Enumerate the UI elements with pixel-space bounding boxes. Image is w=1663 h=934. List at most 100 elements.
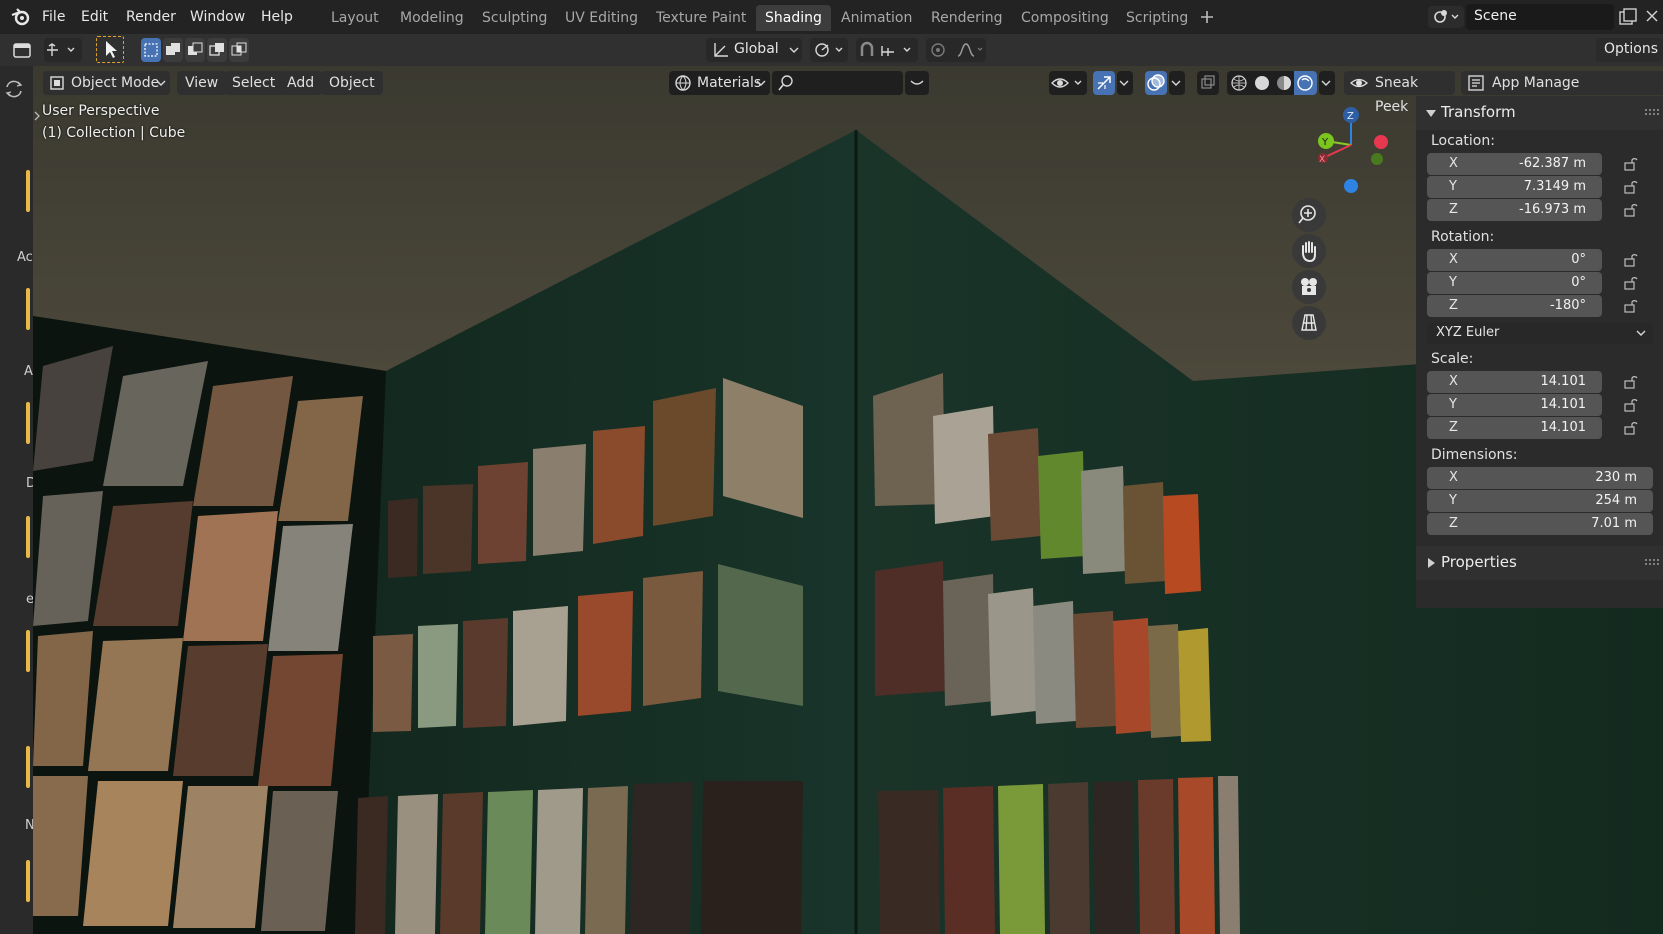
lock-rotation-y-icon[interactable]: [1624, 276, 1638, 290]
tab-shading[interactable]: Shading: [756, 5, 831, 31]
axis-label: Z: [1449, 202, 1458, 217]
editor-type-icon[interactable]: [12, 40, 32, 60]
new-scene-icon[interactable]: [1618, 7, 1638, 27]
lock-scale-y-icon[interactable]: [1624, 398, 1638, 412]
app-manager-button[interactable]: App Manage: [1461, 71, 1663, 95]
object-mode-dropdown[interactable]: Object Mode: [43, 71, 170, 95]
material-search-input[interactable]: [772, 71, 903, 95]
lock-rotation-x-icon[interactable]: [1624, 253, 1638, 267]
tab-rendering[interactable]: Rendering: [922, 5, 1012, 31]
properties-panel-header[interactable]: Properties: [1416, 546, 1663, 580]
close-scene-icon[interactable]: [1645, 9, 1659, 23]
navigation-gizmo[interactable]: Z Y X: [1313, 106, 1403, 206]
lock-location-x-icon[interactable]: [1624, 157, 1638, 171]
scale-y-field[interactable]: Y 14.101: [1427, 394, 1602, 416]
add-workspace-icon[interactable]: [1200, 10, 1214, 24]
menu-render[interactable]: Render: [122, 6, 180, 28]
zoom-icon[interactable]: [1292, 198, 1326, 232]
tab-uv-editing[interactable]: UV Editing: [556, 5, 647, 31]
menu-edit[interactable]: Edit: [77, 6, 112, 28]
rotation-y-field[interactable]: Y 0°: [1427, 272, 1602, 294]
transform-orientation-dropdown[interactable]: Global: [706, 38, 802, 62]
scale-z-field[interactable]: Z 14.101: [1427, 417, 1602, 439]
tab-animation[interactable]: Animation: [832, 5, 921, 31]
overlays-toggle-icon[interactable]: [1145, 71, 1167, 95]
lock-scale-z-icon[interactable]: [1624, 421, 1638, 435]
camera-view-icon[interactable]: [1292, 270, 1326, 304]
location-z-field[interactable]: Z -16.973 m: [1427, 199, 1602, 221]
lock-rotation-z-icon[interactable]: [1624, 299, 1638, 313]
overlays-dropdown-icon[interactable]: [1169, 71, 1185, 95]
tab-compositing[interactable]: Compositing: [1012, 5, 1118, 31]
tab-modeling[interactable]: Modeling: [391, 5, 473, 31]
pan-hand-icon[interactable]: [1292, 234, 1326, 268]
menu-window[interactable]: Window: [186, 6, 249, 28]
select-mode-new-icon[interactable]: [141, 38, 161, 62]
select-menu[interactable]: Select: [224, 71, 284, 95]
dimensions-x-field[interactable]: X 230 m: [1427, 467, 1653, 489]
material-filter-icon[interactable]: [905, 71, 929, 95]
material-preview-icon[interactable]: [1273, 71, 1295, 95]
add-menu[interactable]: Add: [279, 71, 323, 95]
axis-label: X: [1449, 156, 1458, 171]
wireframe-shading-icon[interactable]: [1228, 71, 1250, 95]
toolbar-expand-icon[interactable]: [33, 110, 41, 122]
rendered-shading-icon[interactable]: [1294, 71, 1317, 95]
select-mode-intersect-icon[interactable]: [229, 38, 249, 62]
tab-texture-paint[interactable]: Texture Paint: [647, 5, 755, 31]
select-mode-invert-icon[interactable]: [207, 38, 227, 62]
dimensions-z-field[interactable]: Z 7.01 m: [1427, 513, 1653, 535]
sneak-peek-button[interactable]: Sneak Peek: [1344, 71, 1455, 115]
gizmo-dropdown-icon[interactable]: [1117, 71, 1133, 95]
location-y-value: 7.3149 m: [1523, 179, 1586, 194]
scale-x-value: 14.101: [1540, 374, 1587, 389]
tab-sculpting[interactable]: Sculpting: [473, 5, 556, 31]
lock-location-z-icon[interactable]: [1624, 203, 1638, 217]
location-x-field[interactable]: X -62.387 m: [1427, 153, 1602, 175]
collapse-arrow-icon: [1426, 110, 1436, 117]
rotation-mode-dropdown[interactable]: XYZ Euler: [1427, 322, 1653, 344]
properties-title: Properties: [1441, 553, 1517, 571]
axis-label: Y: [1449, 179, 1457, 194]
scene-selector-icon[interactable]: [1428, 6, 1464, 28]
transform-panel-header[interactable]: Transform: [1416, 96, 1663, 130]
select-mode-subtract-icon[interactable]: [185, 38, 205, 62]
rotation-z-field[interactable]: Z -180°: [1427, 295, 1602, 317]
sync-icon[interactable]: [3, 78, 25, 100]
menu-help[interactable]: Help: [257, 6, 297, 28]
tab-layout[interactable]: Layout: [322, 5, 388, 31]
drag-handle-icon[interactable]: [1644, 558, 1660, 568]
app-manager-icon: [1468, 75, 1484, 91]
location-y-field[interactable]: Y 7.3149 m: [1427, 176, 1602, 198]
xray-toggle-icon[interactable]: [1197, 71, 1219, 95]
menu-file[interactable]: File: [38, 6, 69, 28]
timeline-marker: [26, 402, 30, 444]
options-button[interactable]: Options: [1596, 38, 1663, 62]
scene-name-field[interactable]: Scene: [1466, 4, 1614, 30]
dimensions-y-field[interactable]: Y 254 m: [1427, 490, 1653, 512]
solid-shading-icon[interactable]: [1251, 71, 1273, 95]
axis-label: Y: [1449, 275, 1457, 290]
shading-dropdown-icon[interactable]: [1319, 71, 1335, 95]
object-menu[interactable]: Object: [321, 71, 383, 95]
select-mode-extend-icon[interactable]: [163, 38, 183, 62]
drag-handle-icon[interactable]: [1644, 108, 1660, 118]
tool-select-dropdown[interactable]: [44, 38, 82, 62]
lock-scale-x-icon[interactable]: [1624, 375, 1638, 389]
pivot-point-dropdown[interactable]: [810, 38, 848, 62]
visibility-dropdown[interactable]: [1049, 71, 1087, 95]
axis-label: Z: [1449, 420, 1458, 435]
materials-dropdown[interactable]: Materials: [669, 71, 770, 95]
gizmo-toggle-icon[interactable]: [1093, 71, 1115, 95]
select-tool-icon[interactable]: [96, 36, 124, 63]
snapping-controls[interactable]: [856, 38, 918, 62]
dimensions-y-value: 254 m: [1595, 493, 1637, 508]
blender-logo-icon[interactable]: [11, 8, 31, 26]
lock-location-y-icon[interactable]: [1624, 180, 1638, 194]
orthographic-toggle-icon[interactable]: [1292, 306, 1326, 340]
tab-scripting[interactable]: Scripting: [1117, 5, 1197, 31]
rotation-x-field[interactable]: X 0°: [1427, 249, 1602, 271]
proportional-editing-controls[interactable]: [926, 38, 986, 62]
scale-x-field[interactable]: X 14.101: [1427, 371, 1602, 393]
view-menu[interactable]: View: [177, 71, 227, 95]
